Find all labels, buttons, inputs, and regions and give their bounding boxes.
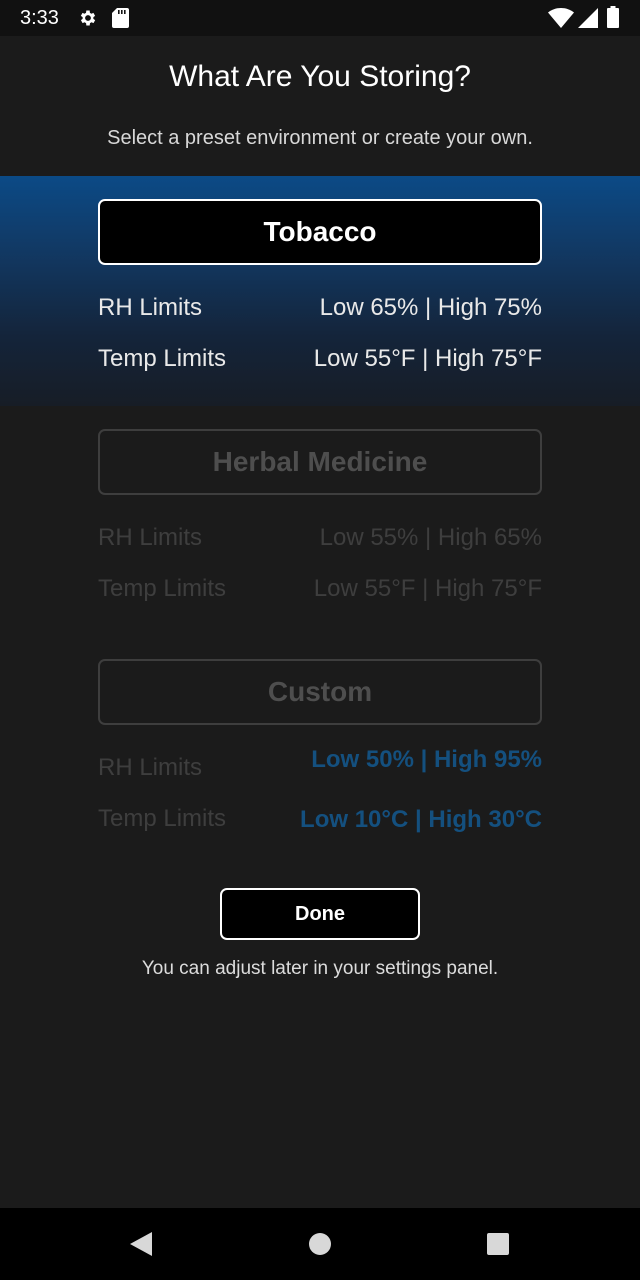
home-icon[interactable] [309,1233,331,1255]
rh-limits-value: Low 65% | High 75% [319,294,542,321]
rh-limits-value: Low 55% | High 65% [319,524,542,551]
status-bar: 3:33 [0,0,640,36]
temp-limits-label: Temp Limits [98,805,227,832]
temp-limits-label: Temp Limits [98,575,227,602]
recent-apps-icon[interactable] [487,1233,509,1255]
rh-limits-label: RH Limits [98,524,203,551]
rh-limits-label: RH Limits [98,754,203,781]
preset-button-herbal-medicine[interactable]: Herbal Medicine [98,429,542,495]
navigation-bar [0,1208,640,1280]
custom-rh-limits-value[interactable]: Low 50% | High 95% [311,746,542,774]
done-button[interactable]: Done [220,888,420,940]
gear-icon [80,10,96,26]
wifi-icon [548,8,574,28]
signal-icon [578,8,598,28]
preset-button-tobacco[interactable]: Tobacco [98,199,542,265]
sd-card-icon [112,8,129,28]
preset-button-custom[interactable]: Custom [98,659,542,725]
rh-limits-label: RH Limits [98,294,203,321]
custom-temp-limits-value[interactable]: Low 10°C | High 30°C [300,806,542,834]
temp-limits-value: Low 55°F | High 75°F [313,345,542,372]
back-icon[interactable] [130,1232,152,1256]
battery-icon [607,6,619,28]
page-title: What Are You Storing? [169,60,471,93]
page-subtitle: Select a preset environment or create yo… [107,127,533,149]
temp-limits-value: Low 55°F | High 75°F [313,575,542,602]
temp-limits-label: Temp Limits [98,345,227,372]
status-time: 3:33 [20,7,59,29]
settings-hint: You can adjust later in your settings pa… [141,958,499,979]
